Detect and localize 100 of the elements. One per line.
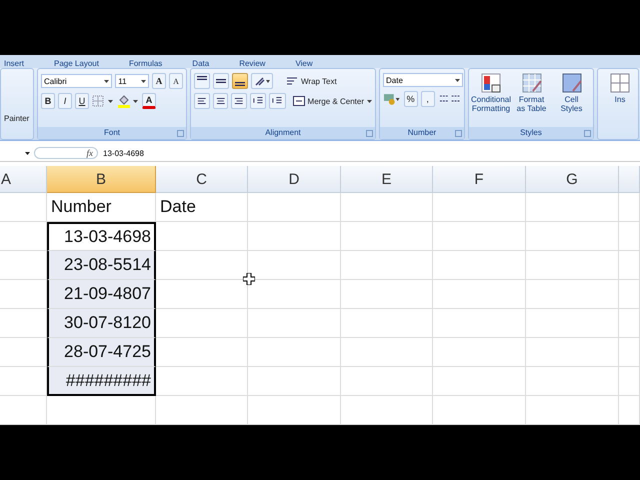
borders-icon[interactable] (92, 94, 114, 108)
empty-cell[interactable] (526, 396, 619, 425)
vertical-align-button[interactable] (232, 73, 248, 89)
vertical-align-button[interactable] (213, 73, 229, 89)
empty-cell[interactable] (341, 338, 433, 367)
shrink-font-button[interactable]: A (169, 73, 183, 89)
dialog-launcher-icon[interactable] (584, 130, 591, 137)
empty-cell[interactable] (619, 396, 640, 425)
horizontal-align-button[interactable] (194, 93, 210, 109)
cell-styles-button[interactable]: Conditional Formatting (472, 73, 510, 113)
column-header[interactable]: D (248, 166, 341, 193)
dialog-launcher-icon[interactable] (177, 130, 184, 137)
empty-cell[interactable] (526, 251, 619, 280)
column-header[interactable]: B (47, 166, 156, 193)
empty-cell[interactable] (248, 396, 341, 425)
empty-cell[interactable] (619, 309, 640, 338)
empty-cell[interactable] (248, 193, 341, 222)
empty-cell[interactable] (526, 367, 619, 396)
table-cell[interactable]: Date (156, 193, 248, 222)
table-cell[interactable]: 23-08-5514 (47, 251, 156, 280)
dialog-launcher-icon[interactable] (366, 130, 373, 137)
empty-cell[interactable] (433, 367, 526, 396)
empty-cell[interactable] (248, 367, 341, 396)
empty-cell[interactable] (433, 193, 526, 222)
insert-cells-button[interactable]: Ins (601, 73, 639, 104)
empty-cell[interactable] (433, 280, 526, 309)
ribbon-tab[interactable]: Data (192, 59, 210, 68)
ribbon-tab[interactable]: Page Layout (54, 59, 99, 68)
currency-icon[interactable] (383, 92, 401, 106)
table-cell[interactable]: 28-07-4725 (47, 338, 156, 367)
empty-cell[interactable] (433, 251, 526, 280)
column-header[interactable]: F (433, 166, 526, 193)
empty-cell[interactable] (526, 338, 619, 367)
empty-cell[interactable] (526, 193, 619, 222)
empty-cell[interactable] (341, 309, 433, 338)
empty-cell[interactable] (341, 251, 433, 280)
font-name-field[interactable]: Calibri (41, 74, 112, 88)
cell-styles-button[interactable]: Cell Styles (553, 73, 590, 113)
empty-cell[interactable] (526, 280, 619, 309)
indent-button[interactable] (269, 93, 286, 109)
empty-cell[interactable] (248, 338, 341, 367)
empty-cell[interactable] (433, 222, 526, 251)
empty-cell[interactable] (47, 396, 156, 425)
empty-cell[interactable] (433, 309, 526, 338)
empty-cell[interactable] (341, 280, 433, 309)
merge-center-button[interactable]: Merge & Center (292, 96, 372, 106)
italic-button[interactable]: I (58, 93, 72, 109)
table-cell[interactable]: ######### (47, 367, 156, 396)
cell-styles-button[interactable]: Format as Table (513, 73, 550, 113)
empty-cell[interactable] (526, 222, 619, 251)
ribbon-tab[interactable]: Formulas (128, 59, 162, 68)
horizontal-align-button[interactable] (212, 93, 228, 109)
indent-button[interactable] (250, 93, 266, 109)
font-color-button[interactable]: A (142, 93, 156, 109)
empty-cell[interactable] (619, 280, 640, 309)
empty-cell[interactable] (156, 396, 248, 425)
empty-cell[interactable] (248, 309, 341, 338)
grow-font-button[interactable]: A (152, 73, 166, 89)
empty-cell[interactable] (341, 396, 433, 425)
align-lines-icon (235, 82, 245, 86)
horizontal-align-button[interactable] (231, 93, 247, 109)
empty-cell[interactable] (341, 193, 433, 222)
empty-cell[interactable] (619, 338, 640, 367)
fill-color-icon[interactable] (117, 94, 139, 108)
empty-cell[interactable] (341, 222, 433, 251)
empty-cell[interactable] (619, 222, 640, 251)
empty-cell[interactable] (619, 367, 640, 396)
empty-cell[interactable] (341, 367, 433, 396)
table-cell[interactable]: 21-09-4807 (47, 280, 156, 309)
empty-cell[interactable] (433, 396, 526, 425)
ribbon-tab[interactable]: View (295, 59, 313, 68)
empty-cell[interactable] (248, 222, 341, 251)
ribbon-tab[interactable]: Review (239, 59, 266, 68)
orientation-button[interactable] (251, 73, 273, 89)
wrap-text-button[interactable]: Wrap Text (286, 76, 337, 86)
empty-cell[interactable] (526, 309, 619, 338)
empty-cell[interactable] (619, 251, 640, 280)
empty-cell[interactable] (433, 338, 526, 367)
column-header[interactable]: E (341, 166, 433, 193)
column-header-edge[interactable] (619, 166, 640, 193)
empty-cell[interactable] (0, 193, 47, 222)
formula-input-field[interactable]: 13-03-4698 (103, 148, 144, 158)
font-size-field[interactable]: 11 (115, 74, 149, 88)
underline-button[interactable]: U (75, 93, 89, 109)
column-header[interactable]: G (526, 166, 619, 193)
align-lines-icon (234, 96, 244, 106)
ribbon-tab[interactable]: Insert (4, 59, 24, 68)
table-cell[interactable]: 13-03-4698 (47, 222, 156, 251)
percent-button[interactable]: % (404, 91, 418, 107)
insert-function-button[interactable]: fx (34, 147, 98, 159)
column-header[interactable]: C (156, 166, 248, 193)
empty-cell[interactable] (0, 396, 47, 425)
number-format-field[interactable]: Date (383, 73, 463, 87)
dialog-launcher-icon[interactable] (455, 130, 462, 137)
format-painter-button[interactable]: Painter (4, 114, 30, 123)
bold-button[interactable]: B (41, 93, 55, 109)
comma-button[interactable]: , (420, 91, 435, 107)
column-header[interactable]: A (0, 166, 47, 193)
table-cell[interactable]: 30-07-8120 (47, 309, 156, 338)
vertical-align-button[interactable] (194, 73, 210, 89)
